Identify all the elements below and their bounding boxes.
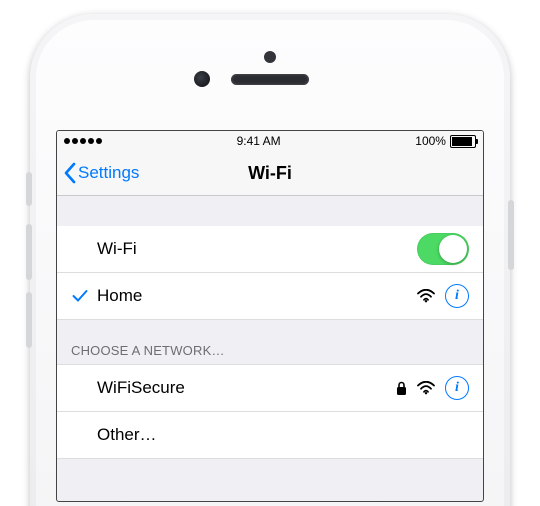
- wifi-toggle-row[interactable]: Wi-Fi: [57, 226, 483, 273]
- screen: 9:41 AM 100% Settings Wi-Fi Wi-Fi: [56, 130, 484, 502]
- info-button[interactable]: i: [445, 376, 469, 400]
- back-button[interactable]: Settings: [57, 162, 139, 184]
- wifi-toggle-label: Wi-Fi: [97, 239, 137, 259]
- front-camera: [194, 71, 210, 87]
- choose-network-header: CHOOSE A NETWORK…: [57, 320, 483, 364]
- proximity-sensor: [264, 51, 276, 63]
- connected-network-name: Home: [97, 286, 142, 306]
- info-button[interactable]: i: [445, 284, 469, 308]
- nav-bar: Settings Wi-Fi: [57, 151, 483, 196]
- network-name: WiFiSecure: [97, 378, 185, 398]
- phone-frame: 9:41 AM 100% Settings Wi-Fi Wi-Fi: [30, 14, 510, 506]
- power-button: [508, 200, 514, 270]
- network-row-wifisecure[interactable]: WiFiSecure i: [57, 364, 483, 412]
- wifi-signal-icon: [417, 289, 435, 303]
- earpiece-speaker: [231, 74, 309, 85]
- volume-up: [26, 224, 32, 280]
- network-name: Other…: [97, 425, 157, 445]
- lock-icon: [396, 381, 407, 396]
- cellular-signal-icon: [64, 138, 102, 144]
- mute-switch: [26, 172, 32, 206]
- chevron-left-icon: [63, 162, 76, 184]
- wifi-signal-icon: [417, 381, 435, 395]
- network-row-other[interactable]: Other…: [57, 412, 483, 459]
- connected-network-row[interactable]: Home i: [57, 273, 483, 320]
- checkmark-icon: [69, 273, 91, 319]
- battery-icon: [450, 135, 476, 148]
- status-time: 9:41 AM: [237, 134, 281, 148]
- wifi-switch[interactable]: [417, 233, 469, 265]
- back-label: Settings: [78, 163, 139, 183]
- battery-percent: 100%: [415, 134, 446, 148]
- status-bar: 9:41 AM 100%: [57, 131, 483, 151]
- volume-down: [26, 292, 32, 348]
